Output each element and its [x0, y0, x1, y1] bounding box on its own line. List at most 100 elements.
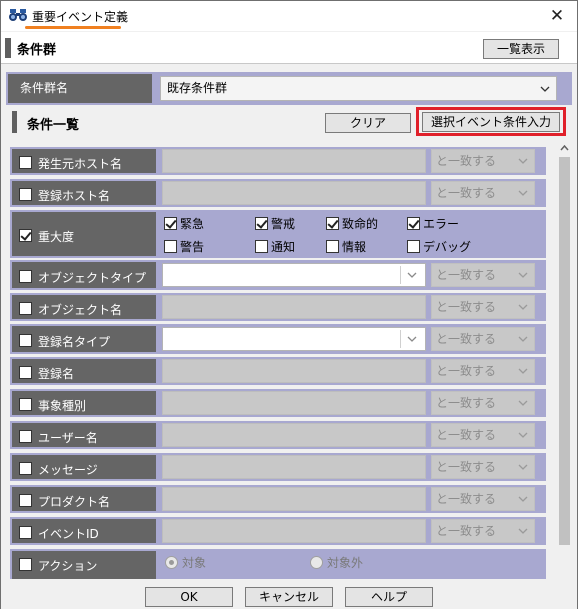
- combo-divider: [400, 266, 401, 284]
- row-label: 発生元ホスト名: [38, 157, 123, 171]
- message-input[interactable]: [162, 455, 426, 479]
- row-checkbox[interactable]: [19, 156, 32, 169]
- severity-alert-label: 警戒: [271, 217, 296, 231]
- row-checkbox[interactable]: [19, 526, 32, 539]
- condition-group-panel: 条件群名 既存条件群: [6, 72, 572, 105]
- cancel-button[interactable]: キャンセル: [245, 587, 333, 607]
- object-type-combo[interactable]: [162, 263, 426, 287]
- row-checkbox[interactable]: [19, 430, 32, 443]
- chevron-down-icon[interactable]: [405, 264, 419, 286]
- row-checkbox[interactable]: [19, 229, 32, 242]
- row-label-cell: 登録名: [12, 359, 156, 383]
- event-type-input[interactable]: [162, 391, 426, 415]
- row-checkbox[interactable]: [19, 366, 32, 379]
- list-view-button[interactable]: 一覧表示: [483, 39, 559, 59]
- binoculars-icon: [9, 9, 27, 21]
- severity-alert-checkbox[interactable]: [255, 217, 268, 230]
- match-select[interactable]: と一致する: [431, 149, 535, 173]
- condition-group-select[interactable]: 既存条件群: [160, 76, 557, 101]
- row-label: ユーザー名: [38, 431, 98, 445]
- row-label: プロダクト名: [38, 495, 111, 509]
- row-label-cell: プロダクト名: [12, 487, 156, 511]
- row-label-cell: 登録ホスト名: [12, 181, 156, 205]
- row-label-cell: 発生元ホスト名: [12, 149, 156, 173]
- object-name-input[interactable]: [162, 295, 426, 319]
- match-label: と一致する: [436, 186, 497, 200]
- match-label: と一致する: [436, 524, 497, 538]
- registered-name-type-combo[interactable]: [162, 327, 426, 351]
- match-select[interactable]: と一致する: [431, 423, 535, 447]
- condition-list: 発生元ホスト名 と一致する 登録ホスト名 と一致する 重大度 緊急 警戒 致命的…: [6, 139, 575, 579]
- match-select[interactable]: と一致する: [431, 295, 535, 319]
- row-checkbox[interactable]: [19, 188, 32, 201]
- severity-notice-checkbox[interactable]: [255, 240, 268, 253]
- action-target-radio[interactable]: [165, 556, 178, 569]
- match-select[interactable]: と一致する: [431, 181, 535, 205]
- severity-debug-checkbox[interactable]: [407, 240, 420, 253]
- registered-name-input[interactable]: [162, 359, 426, 383]
- chevron-down-icon: [516, 360, 530, 382]
- help-button[interactable]: ヘルプ: [345, 587, 433, 607]
- row-checkbox[interactable]: [19, 302, 32, 315]
- severity-critical-checkbox[interactable]: [326, 217, 339, 230]
- match-label: と一致する: [436, 332, 497, 346]
- match-select[interactable]: と一致する: [431, 391, 535, 415]
- title-underline: [25, 26, 121, 29]
- registered-host-input[interactable]: [162, 181, 426, 205]
- row-checkbox[interactable]: [19, 494, 32, 507]
- condition-row-severity: 重大度 緊急 警戒 致命的 エラー 警告 通知 情報 デバッグ: [10, 210, 546, 258]
- source-host-input[interactable]: [162, 149, 426, 173]
- ok-button[interactable]: OK: [145, 587, 233, 607]
- chevron-down-icon[interactable]: [405, 328, 419, 350]
- chevron-down-icon: [516, 150, 530, 172]
- condition-group-label: 条件群名: [8, 74, 152, 103]
- match-select[interactable]: と一致する: [431, 327, 535, 351]
- action-non-target-label: 対象外: [327, 556, 364, 570]
- severity-error-checkbox[interactable]: [407, 217, 420, 230]
- condition-row-action: アクション 対象 対象外: [10, 549, 546, 579]
- severity-emergency-checkbox[interactable]: [164, 217, 177, 230]
- row-label: 重大度: [38, 230, 75, 244]
- match-label: と一致する: [436, 364, 497, 378]
- row-checkbox[interactable]: [19, 270, 32, 283]
- row-checkbox[interactable]: [19, 398, 32, 411]
- match-select[interactable]: と一致する: [431, 263, 535, 287]
- row-label: 事象種別: [38, 399, 87, 413]
- chevron-down-icon: [516, 456, 530, 478]
- condition-row-user-name: ユーザー名 と一致する: [10, 421, 546, 449]
- section-title: 条件群: [17, 43, 57, 58]
- match-label: と一致する: [436, 154, 497, 168]
- severity-error-label: エラー: [423, 217, 460, 231]
- severity-warning-checkbox[interactable]: [164, 240, 177, 253]
- condition-list-title: 条件一覧: [27, 118, 80, 133]
- match-select[interactable]: と一致する: [431, 487, 535, 511]
- clear-button[interactable]: クリア: [325, 113, 411, 133]
- row-checkbox[interactable]: [19, 558, 32, 571]
- selected-event-condition-button[interactable]: 選択イベント条件入力: [422, 112, 560, 132]
- window-title: 重要イベント定義: [32, 10, 129, 24]
- match-select[interactable]: と一致する: [431, 455, 535, 479]
- user-name-input[interactable]: [162, 423, 426, 447]
- severity-info-checkbox[interactable]: [326, 240, 339, 253]
- close-icon[interactable]: ✕: [545, 5, 569, 27]
- chevron-down-icon: [538, 77, 552, 100]
- match-select[interactable]: と一致する: [431, 359, 535, 383]
- condition-row-message: メッセージ と一致する: [10, 453, 546, 481]
- chevron-down-icon: [516, 424, 530, 446]
- combo-divider: [400, 330, 401, 348]
- match-label: と一致する: [436, 268, 497, 282]
- scroll-up-icon[interactable]: [559, 142, 570, 154]
- product-name-input[interactable]: [162, 487, 426, 511]
- condition-list-header: 条件一覧 クリア 選択イベント条件入力: [6, 105, 572, 139]
- row-label: アクション: [38, 559, 98, 573]
- severity-emergency-label: 緊急: [180, 217, 205, 231]
- event-id-input[interactable]: [162, 519, 426, 543]
- severity-notice-label: 通知: [271, 240, 296, 254]
- row-checkbox[interactable]: [19, 334, 32, 347]
- match-select[interactable]: と一致する: [431, 519, 535, 543]
- action-non-target-radio[interactable]: [310, 556, 323, 569]
- vertical-scrollbar[interactable]: [556, 139, 573, 579]
- scroll-thumb[interactable]: [559, 157, 570, 545]
- row-checkbox[interactable]: [19, 462, 32, 475]
- chevron-down-icon: [516, 392, 530, 414]
